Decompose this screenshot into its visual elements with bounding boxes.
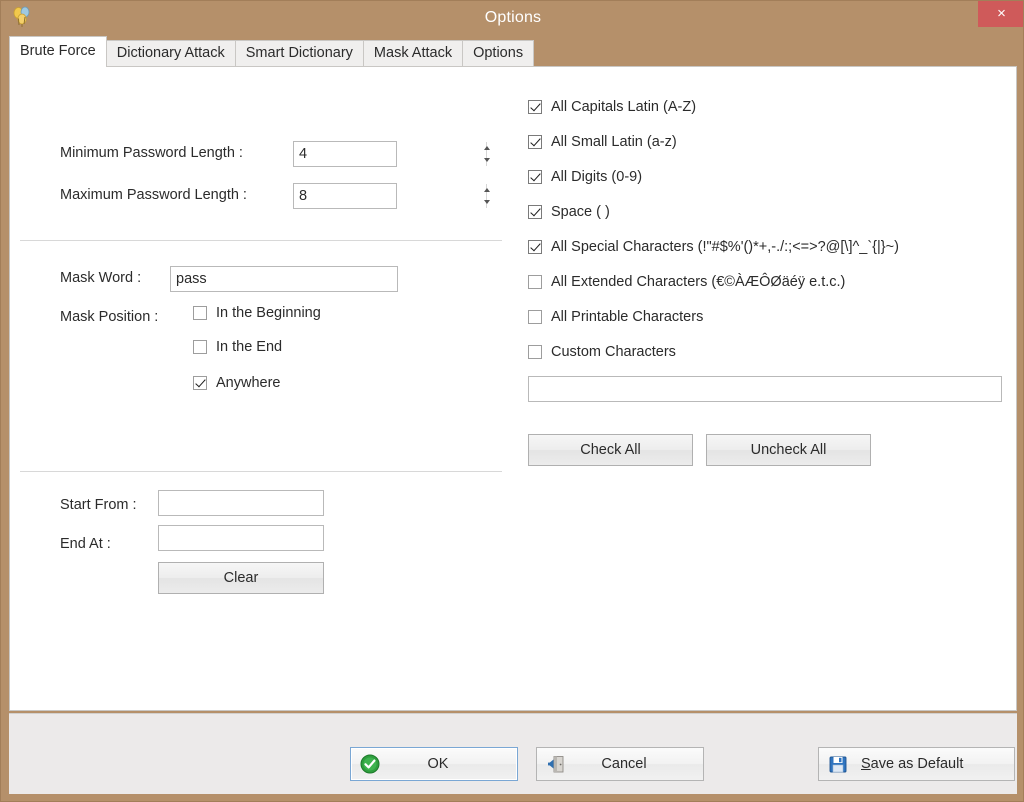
checkbox-label: In the Beginning <box>216 305 321 321</box>
tab-brute-force[interactable]: Brute Force <box>9 36 107 67</box>
charset-checkbox-7[interactable]: Custom Characters <box>528 344 676 360</box>
start-from-label: Start From : <box>60 497 137 513</box>
max-length-spin-buttons <box>484 184 490 208</box>
charset-checkbox-1[interactable]: All Small Latin (a-z) <box>528 134 677 150</box>
charset-checkbox-4[interactable]: All Special Characters (!"#$%'()*+,-./:;… <box>528 239 899 255</box>
tab-smart-dictionary[interactable]: Smart Dictionary <box>234 40 364 67</box>
charset-checkbox-0[interactable]: All Capitals Latin (A-Z) <box>528 99 696 115</box>
checkbox-label: Space ( ) <box>551 204 610 220</box>
tab-panel-brute-force: Minimum Password Length : Maximum Passwo… <box>9 66 1017 711</box>
minimum-password-length-label: Minimum Password Length : <box>60 145 243 161</box>
close-icon[interactable]: × <box>978 1 1023 27</box>
checkbox-label: All Small Latin (a-z) <box>551 134 677 150</box>
checkbox-indicator[interactable] <box>193 306 207 320</box>
checkbox-indicator[interactable] <box>528 100 542 114</box>
uncheck-all-button[interactable]: Uncheck All <box>706 434 871 466</box>
checkbox-label: Custom Characters <box>551 344 676 360</box>
check-all-button[interactable]: Check All <box>528 434 693 466</box>
divider-bottom <box>20 471 502 472</box>
end-at-input[interactable] <box>158 525 324 551</box>
mask-position-in-the-beginning[interactable]: In the Beginning <box>193 305 321 321</box>
save-as-default-button-label: Save as Default <box>861 756 963 772</box>
tab-strip: Brute Force Dictionary Attack Smart Dictio… <box>9 35 1017 67</box>
tab-dictionary-attack[interactable]: Dictionary Attack <box>105 40 236 67</box>
maximum-password-length-input[interactable] <box>294 184 486 208</box>
charset-checkbox-2[interactable]: All Digits (0-9) <box>528 169 642 185</box>
checkbox-label: All Special Characters (!"#$%'()*+,-./:;… <box>551 239 899 255</box>
charset-checkbox-6[interactable]: All Printable Characters <box>528 309 703 325</box>
cancel-button-label: Cancel <box>601 756 647 772</box>
title-bar: Options × <box>1 1 1023 35</box>
ok-button[interactable]: OK <box>350 747 518 781</box>
tab-options[interactable]: Options <box>462 40 535 67</box>
tab-list: Brute Force Dictionary Attack Smart Dictio… <box>9 35 535 67</box>
checkbox-indicator[interactable] <box>528 170 542 184</box>
charset-checkbox-5[interactable]: All Extended Characters (€©ÀÆÔØäéÿ e.t.c… <box>528 274 845 290</box>
checkbox-indicator[interactable] <box>528 135 542 149</box>
mask-position-label: Mask Position : <box>60 309 159 325</box>
save-accel-letter: S <box>861 756 871 772</box>
checkbox-label: All Capitals Latin (A-Z) <box>551 99 697 115</box>
checkbox-indicator[interactable] <box>528 310 542 324</box>
checkbox-label: All Digits (0-9) <box>551 169 643 185</box>
mask-position-in-the-end[interactable]: In the End <box>193 339 282 355</box>
save-label-rest: ave as Default <box>870 756 964 772</box>
page-title: Options <box>484 9 542 26</box>
options-dialog-window: Options × Brute Force Dictionary Attack Sm… <box>0 0 1024 802</box>
checkbox-indicator[interactable] <box>528 240 542 254</box>
checkbox-indicator[interactable] <box>528 205 542 219</box>
ok-button-label: OK <box>427 756 449 772</box>
minimum-password-length-stepper[interactable] <box>293 141 490 167</box>
mask-word-label: Mask Word : <box>60 270 142 286</box>
save-as-default-button[interactable]: Save as Default <box>818 747 1015 781</box>
door-exit-icon <box>545 753 567 775</box>
maximum-password-length-label: Maximum Password Length : <box>60 187 247 203</box>
start-from-input[interactable] <box>158 490 324 516</box>
maximum-password-length-stepper[interactable] <box>293 183 490 209</box>
divider-top <box>20 240 502 241</box>
green-check-icon <box>359 753 381 775</box>
tab-mask-attack[interactable]: Mask Attack <box>362 40 464 67</box>
checkbox-indicator[interactable] <box>528 275 542 289</box>
minimum-password-length-input[interactable] <box>294 142 486 166</box>
floppy-disk-icon <box>827 753 849 775</box>
cancel-button[interactable]: Cancel <box>536 747 704 781</box>
checkbox-label: All Extended Characters (€©ÀÆÔØäéÿ e.t.c… <box>551 274 846 290</box>
checkbox-indicator[interactable] <box>528 345 542 359</box>
custom-characters-input[interactable] <box>528 376 1002 402</box>
end-at-label: End At : <box>60 536 111 552</box>
checkbox-label: In the End <box>216 339 283 355</box>
mask-word-input[interactable] <box>170 266 398 292</box>
clear-button[interactable]: Clear <box>158 562 324 594</box>
checkbox-indicator[interactable] <box>193 376 207 390</box>
dialog-footer: OK Cancel Save as Default <box>9 713 1017 794</box>
min-length-spin-buttons <box>484 142 490 166</box>
checkbox-label: Anywhere <box>216 375 281 391</box>
charset-checkbox-3[interactable]: Space ( ) <box>528 204 610 220</box>
checkbox-indicator[interactable] <box>193 340 207 354</box>
checkbox-label: All Printable Characters <box>551 309 704 325</box>
mask-position-anywhere[interactable]: Anywhere <box>193 375 280 391</box>
